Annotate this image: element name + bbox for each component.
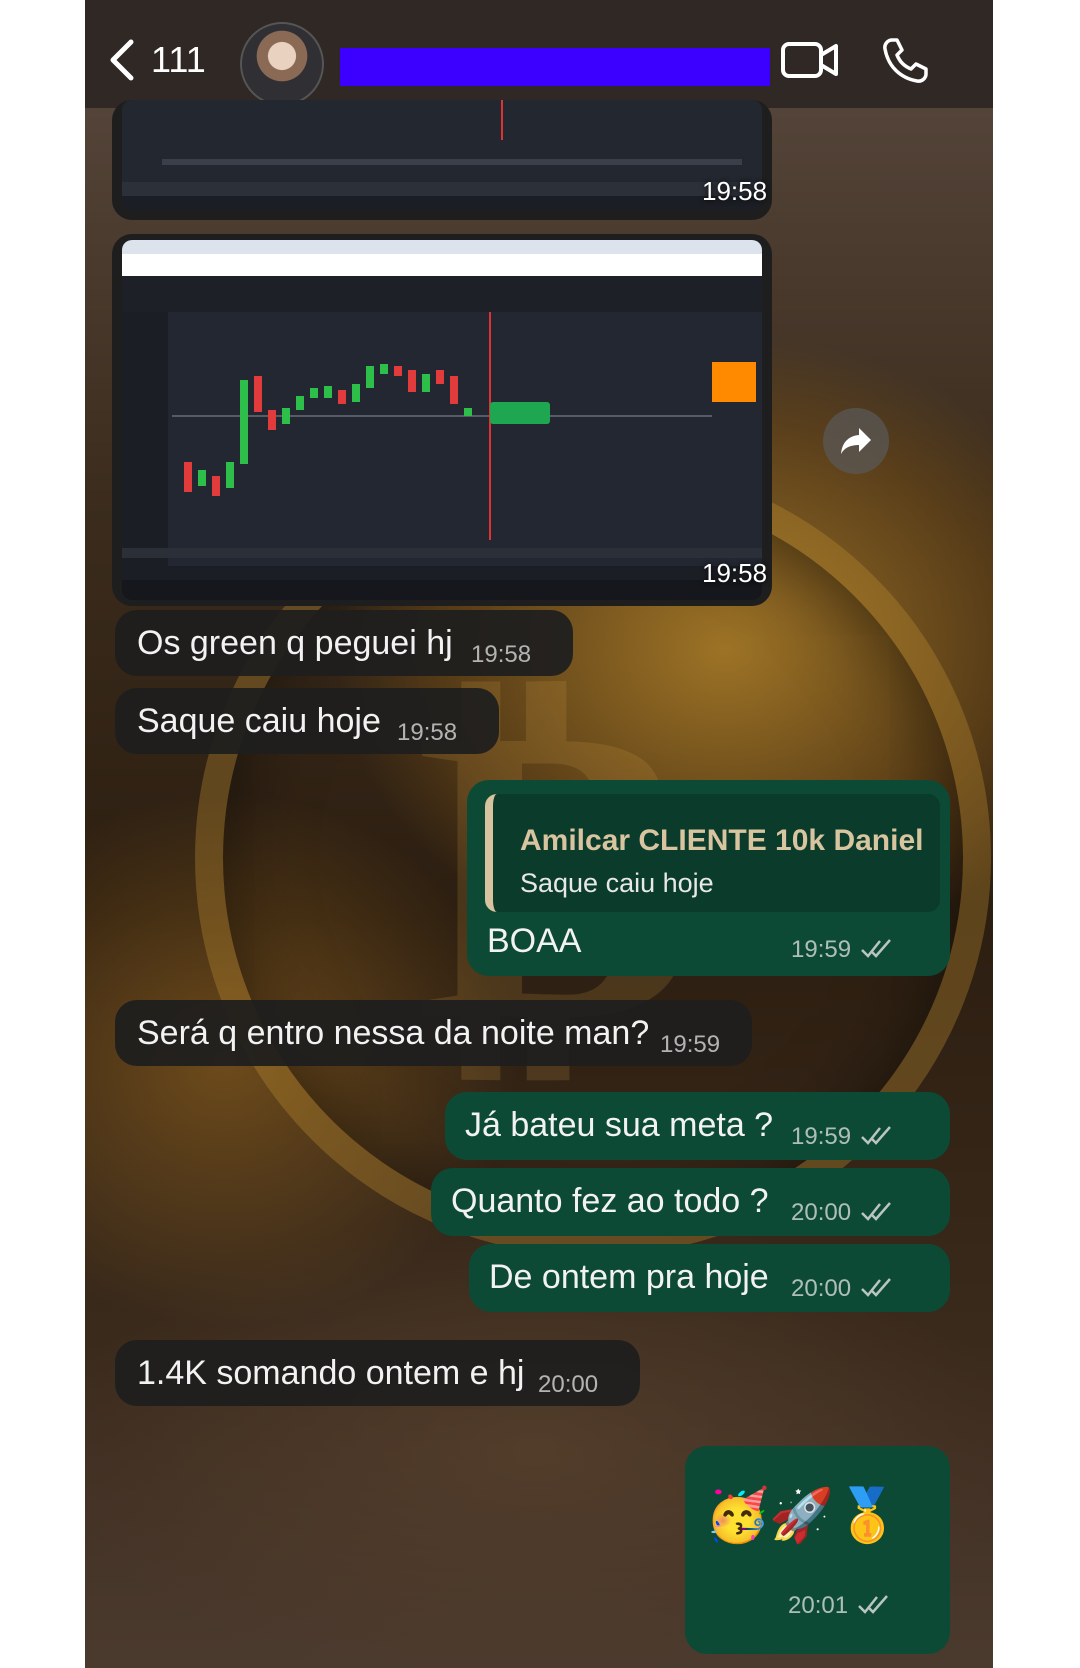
- message-text: Será q entro nessa da noite man?: [137, 1014, 650, 1052]
- incoming-message[interactable]: Será q entro nessa da noite man? 19:59: [115, 1000, 752, 1066]
- outgoing-emoji-message[interactable]: 🥳 🚀 🥇 20:01: [685, 1446, 950, 1654]
- outgoing-message[interactable]: De ontem pra hoje 20:00: [469, 1244, 950, 1312]
- quoted-text: Saque caiu hoje: [520, 868, 714, 898]
- message-text: Já bateu sua meta ?: [465, 1106, 774, 1144]
- outgoing-message[interactable]: Já bateu sua meta ? 19:59: [445, 1092, 950, 1160]
- message-time: 19:59: [791, 936, 852, 963]
- gold-medal-emoji: 🥇: [835, 1487, 900, 1545]
- double-check-icon: [861, 1126, 891, 1145]
- message-time: 19:58: [471, 641, 532, 668]
- message-time: 20:00: [791, 1199, 852, 1226]
- incoming-message[interactable]: 1.4K somando ontem e hj 20:00: [115, 1340, 640, 1406]
- message-time: 19:58: [397, 719, 458, 746]
- message-time: 19:59: [791, 1123, 852, 1150]
- back-button[interactable]: 111: [107, 30, 206, 90]
- unread-count: 111: [151, 39, 206, 80]
- trading-platform-screenshot: [122, 240, 762, 600]
- message-text: 1.4K somando ontem e hj: [137, 1354, 525, 1392]
- double-check-icon: [861, 1278, 891, 1297]
- phone-icon[interactable]: [880, 36, 930, 86]
- screenshot-image[interactable]: [122, 240, 762, 600]
- forward-button[interactable]: [823, 408, 889, 474]
- chat-screen: ₿ 111 19:58: [85, 0, 993, 1668]
- quoted-author: Amilcar CLIENTE 10k Daniel: [520, 824, 924, 857]
- incoming-message[interactable]: Os green q peguei hj 19:58: [115, 610, 573, 676]
- incoming-message[interactable]: Saque caiu hoje 19:58: [115, 688, 499, 754]
- outgoing-message[interactable]: Quanto fez ao todo ? 20:00: [431, 1168, 950, 1236]
- trading-chart-thumbnail: [122, 100, 762, 210]
- image-message[interactable]: 19:58: [112, 100, 772, 220]
- screenshot-image[interactable]: [122, 100, 762, 210]
- double-check-icon: [861, 939, 891, 958]
- image-timestamp: 19:58: [702, 176, 768, 206]
- redacted-contact-name[interactable]: [340, 48, 770, 86]
- image-timestamp: 19:58: [702, 558, 768, 588]
- message-time: 20:01: [788, 1592, 849, 1619]
- outgoing-message[interactable]: Amilcar CLIENTE 10k Daniel Saque caiu ho…: [467, 780, 950, 976]
- chat-header: 111: [85, 0, 993, 108]
- double-check-icon: [858, 1595, 888, 1614]
- message-text: De ontem pra hoje: [489, 1258, 769, 1296]
- quoted-message[interactable]: Amilcar CLIENTE 10k Daniel Saque caiu ho…: [485, 794, 940, 912]
- video-camera-icon[interactable]: [780, 38, 840, 82]
- message-time: 20:00: [791, 1275, 852, 1302]
- forward-arrow-icon: [841, 428, 871, 454]
- message-text: Os green q peguei hj: [137, 624, 453, 662]
- partying-face-emoji: 🥳: [705, 1487, 770, 1545]
- image-message[interactable]: 19:58: [112, 234, 772, 606]
- message-text: Saque caiu hoje: [137, 702, 381, 740]
- message-text: Quanto fez ao todo ?: [451, 1182, 769, 1220]
- message-text: BOAA: [487, 922, 582, 960]
- double-check-icon: [861, 1202, 891, 1221]
- chevron-left-icon: [110, 39, 134, 81]
- message-time: 19:59: [660, 1031, 721, 1058]
- message-time: 20:00: [538, 1371, 599, 1398]
- rocket-emoji: 🚀: [769, 1487, 834, 1545]
- contact-avatar[interactable]: [240, 22, 324, 106]
